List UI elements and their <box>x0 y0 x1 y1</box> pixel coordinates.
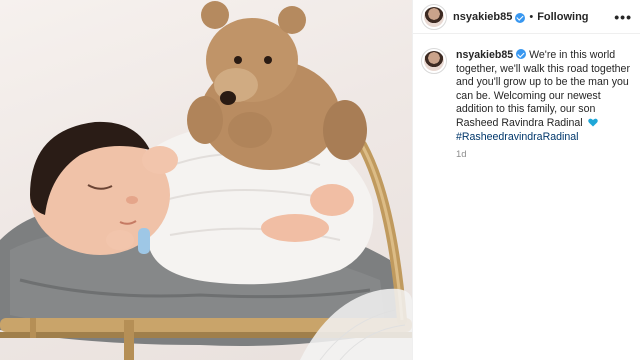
post-photo[interactable] <box>0 0 412 360</box>
avatar-image <box>424 51 444 71</box>
verified-badge-icon <box>516 49 527 59</box>
hashtag-link[interactable]: #RasheedravindraRadinal <box>456 131 579 143</box>
following-button[interactable]: Following <box>537 11 588 23</box>
newborn-teddy-bear-illustration <box>0 1 412 360</box>
verified-badge-icon <box>515 12 526 23</box>
post-timestamp: 1d <box>456 149 467 161</box>
avatar[interactable] <box>421 3 447 30</box>
more-options-icon[interactable]: ••• <box>614 10 632 24</box>
post-header: nsyakieb85 • Following ••• <box>413 0 640 34</box>
caption-avatar[interactable] <box>421 48 447 74</box>
post-username[interactable]: nsyakieb85 <box>453 11 512 23</box>
caption-comment: nsyakieb85 We're in this world together,… <box>413 34 640 144</box>
blue-heart-icon <box>587 118 598 127</box>
caption-username[interactable]: nsyakieb85 <box>456 49 513 61</box>
caption-text-block: nsyakieb85 We're in this world together,… <box>456 48 632 144</box>
separator-dot: • <box>529 10 534 23</box>
avatar-image <box>424 6 444 27</box>
post-side-panel: nsyakieb85 • Following ••• nsyakieb85 We… <box>412 0 640 360</box>
